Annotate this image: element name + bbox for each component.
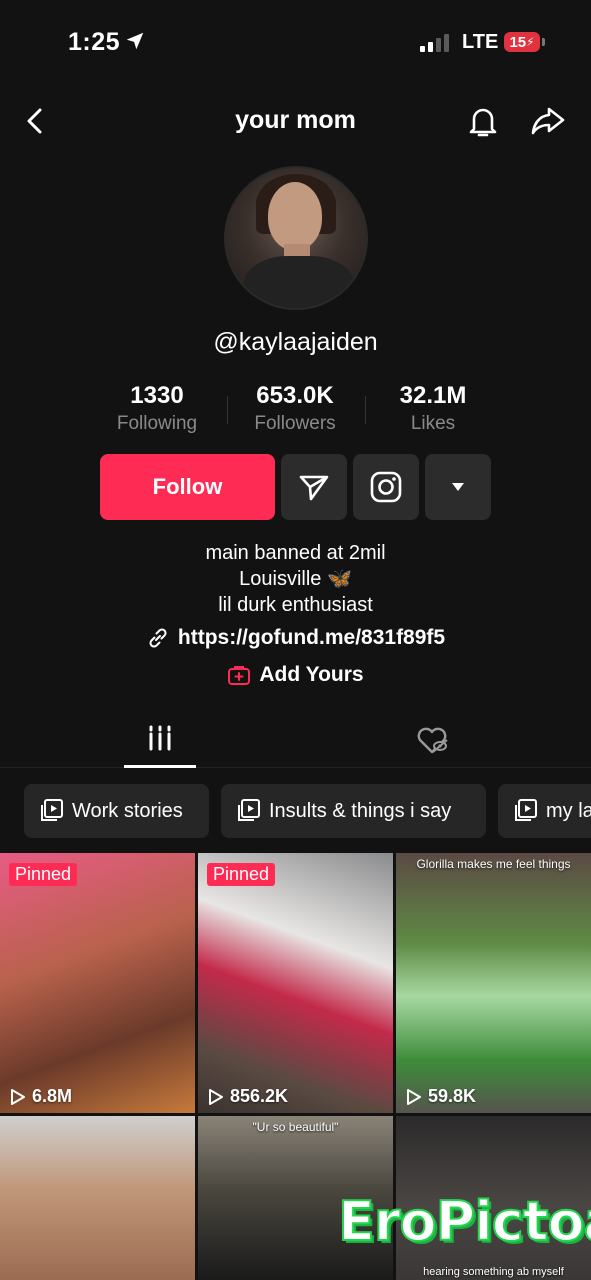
more-options-button[interactable] bbox=[425, 454, 491, 520]
battery-icon: 15 ⚡ bbox=[504, 32, 540, 52]
stat-likes[interactable]: 32.1M Likes bbox=[383, 382, 483, 435]
grid-icon bbox=[149, 725, 171, 751]
bio: main banned at 2mil Louisville 🦋 lil dur… bbox=[0, 540, 591, 618]
bell-icon[interactable] bbox=[464, 102, 502, 140]
play-icon bbox=[407, 1088, 421, 1105]
playlist-icon bbox=[41, 799, 63, 821]
username: @kaylaajaiden bbox=[213, 328, 378, 356]
playlist-chip[interactable]: my la bbox=[498, 784, 591, 838]
profile-tabs bbox=[0, 718, 591, 768]
view-count: 6.8M bbox=[10, 1086, 72, 1107]
watermark-logo: EroPictoa bbox=[337, 1189, 591, 1254]
profile-header: your mom bbox=[0, 96, 591, 146]
stat-value: 32.1M bbox=[399, 382, 467, 409]
video-thumbnail[interactable]: Pinned 856.2K bbox=[198, 853, 393, 1113]
playlist-label: Insults & things i say bbox=[269, 799, 452, 822]
battery-tip bbox=[542, 38, 545, 46]
bio-line: main banned at 2mil bbox=[205, 542, 386, 564]
instagram-button[interactable] bbox=[353, 454, 419, 520]
video-thumbnail[interactable]: Pinned 6.8M bbox=[0, 853, 195, 1113]
link-text: https://gofund.me/831f89f5 bbox=[177, 626, 446, 649]
play-icon bbox=[11, 1088, 25, 1105]
playlist-row: Work stories Insults & things i say my l… bbox=[0, 784, 591, 840]
add-yours-label: Add Yours bbox=[259, 663, 364, 686]
pinned-badge: Pinned bbox=[207, 863, 276, 886]
video-caption: Glorilla makes me feel things bbox=[416, 857, 571, 871]
instagram-icon bbox=[370, 471, 402, 503]
stat-following[interactable]: 1330 Following bbox=[107, 382, 207, 435]
follow-button[interactable]: Follow bbox=[100, 454, 275, 520]
playlist-chip[interactable]: Insults & things i say bbox=[221, 784, 486, 838]
video-thumbnail[interactable]: Glorilla makes me feel things 59.8K bbox=[396, 853, 591, 1113]
send-icon bbox=[299, 475, 329, 501]
view-count: 59.8K bbox=[406, 1086, 476, 1107]
pinned-badge: Pinned bbox=[9, 863, 78, 886]
video-caption: hearing something ab myself bbox=[423, 1266, 564, 1278]
bio-line: Louisville 🦋 bbox=[239, 568, 352, 590]
caret-down-icon bbox=[452, 483, 464, 491]
playlist-icon bbox=[515, 799, 537, 821]
location-arrow-icon bbox=[126, 32, 144, 50]
playlist-chip[interactable]: Work stories bbox=[24, 784, 209, 838]
stat-followers[interactable]: 653.0K Followers bbox=[240, 382, 350, 435]
link-icon bbox=[149, 628, 167, 648]
video-thumbnail[interactable] bbox=[0, 1116, 195, 1280]
cellular-signal-icon bbox=[420, 34, 449, 52]
hidden-likes-icon[interactable] bbox=[412, 722, 452, 758]
divider bbox=[365, 396, 366, 424]
stat-value: 653.0K bbox=[256, 382, 334, 409]
add-yours-icon bbox=[228, 666, 251, 685]
stat-value: 1330 bbox=[130, 382, 184, 409]
playlist-label: my la bbox=[546, 799, 591, 822]
profile-link[interactable]: https://gofund.me/831f89f5 bbox=[0, 626, 591, 650]
status-time: 1:25 bbox=[68, 28, 121, 56]
divider bbox=[227, 396, 228, 424]
stat-label: Following bbox=[116, 413, 198, 434]
page-title: your mom bbox=[235, 106, 356, 134]
battery-level: 15 bbox=[509, 33, 527, 51]
network-type: LTE bbox=[462, 31, 499, 53]
view-count: 856.2K bbox=[208, 1086, 288, 1107]
message-button[interactable] bbox=[281, 454, 347, 520]
stat-label: Likes bbox=[410, 413, 456, 434]
playlist-label: Work stories bbox=[72, 799, 183, 822]
avatar[interactable] bbox=[224, 166, 368, 310]
add-yours-button[interactable]: Add Yours bbox=[0, 663, 591, 687]
stat-label: Followers bbox=[254, 413, 336, 434]
play-icon bbox=[209, 1088, 223, 1105]
tab-videos[interactable] bbox=[124, 718, 196, 768]
share-icon[interactable] bbox=[529, 102, 567, 140]
playlist-icon bbox=[238, 799, 260, 821]
video-caption: "Ur so beautiful" bbox=[252, 1120, 339, 1134]
status-bar: 1:25 LTE 15 ⚡ bbox=[0, 0, 591, 88]
bio-line: lil durk enthusiast bbox=[218, 594, 373, 616]
tab-active-indicator bbox=[124, 765, 196, 768]
